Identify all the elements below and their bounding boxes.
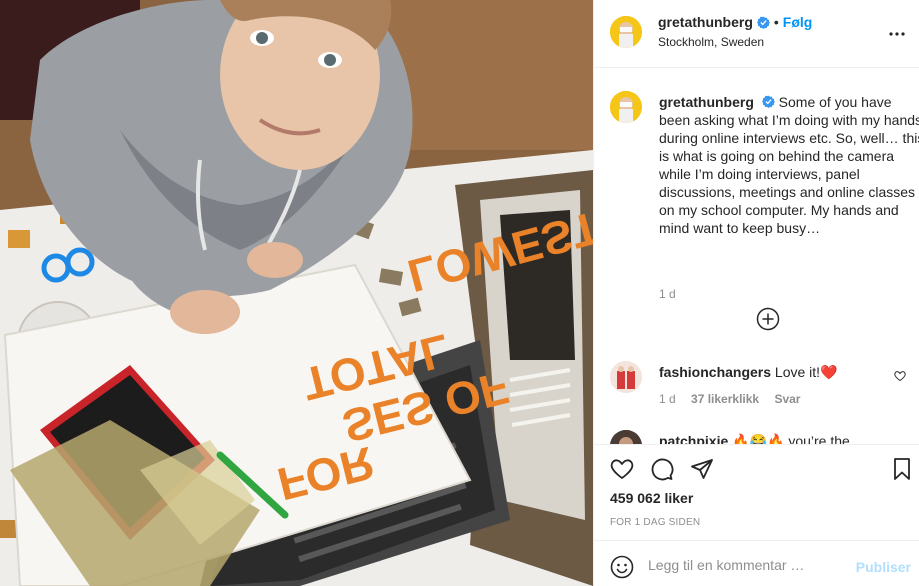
caption-text: Some of you have been asking what I’m do… (659, 94, 919, 236)
post-location[interactable]: Stockholm, Sweden (658, 35, 764, 49)
header-user-row: gretathunberg • Følg (658, 14, 812, 30)
emoji-icon[interactable] (610, 555, 634, 579)
comment-username[interactable]: patchpixie (659, 433, 728, 444)
reply-button[interactable]: Svar (774, 392, 800, 406)
caption-timestamp: 1 d (659, 287, 676, 301)
verified-icon (761, 94, 775, 108)
verified-icon (756, 16, 770, 29)
more-options-icon[interactable] (885, 22, 909, 46)
post-side-panel: gretathunberg • Følg Stockholm, Sweden g… (593, 0, 919, 586)
comment-body: fashionchangers Love it!❤️ (659, 363, 889, 381)
caption-text-block: gretathunberg Some of you have been aski… (659, 93, 919, 237)
separator-dot: • (773, 14, 779, 30)
post-photo[interactable]: LOWEST TOTAL SES OF FOR (0, 0, 593, 586)
comment-body: patchpixie 🔥😂🔥 you’re the (659, 432, 889, 444)
save-bookmark-icon[interactable] (890, 457, 914, 481)
like-count[interactable]: 459 062 liker (610, 490, 693, 506)
add-comment-bar: Publiser (594, 540, 919, 586)
post-photo-illustration: LOWEST TOTAL SES OF FOR (0, 0, 593, 586)
load-more-comments-icon[interactable] (756, 307, 780, 331)
comment-text: 🔥😂🔥 you’re the (732, 433, 850, 444)
like-heart-icon[interactable] (610, 457, 634, 481)
share-icon[interactable] (690, 457, 714, 481)
comment-likes[interactable]: 37 likerklikk (691, 392, 759, 406)
comment-heart-icon[interactable] (894, 369, 906, 382)
author-username[interactable]: gretathunberg (658, 14, 753, 30)
post-header: gretathunberg • Følg Stockholm, Sweden (594, 0, 919, 68)
comment-text: Love it!❤️ (774, 364, 838, 380)
publish-button[interactable]: Publiser (856, 559, 911, 575)
follow-button[interactable]: Følg (783, 14, 813, 30)
comment-input[interactable] (648, 551, 848, 579)
post-actions: 459 062 liker FOR 1 DAG SIDEN (594, 444, 919, 540)
comment-meta: 1 d 37 likerklikk Svar (659, 392, 812, 406)
caption-username[interactable]: gretathunberg (659, 94, 754, 110)
commenter-avatar[interactable] (610, 361, 642, 393)
caption-avatar[interactable] (610, 91, 642, 123)
comment-time: 1 d (659, 392, 676, 406)
author-avatar[interactable] (610, 16, 642, 48)
post-date: FOR 1 DAG SIDEN (610, 517, 701, 528)
comment-icon[interactable] (650, 457, 674, 481)
comments-section[interactable]: gretathunberg Some of you have been aski… (594, 69, 919, 444)
commenter-avatar[interactable] (610, 430, 642, 444)
comment-username[interactable]: fashionchangers (659, 364, 771, 380)
